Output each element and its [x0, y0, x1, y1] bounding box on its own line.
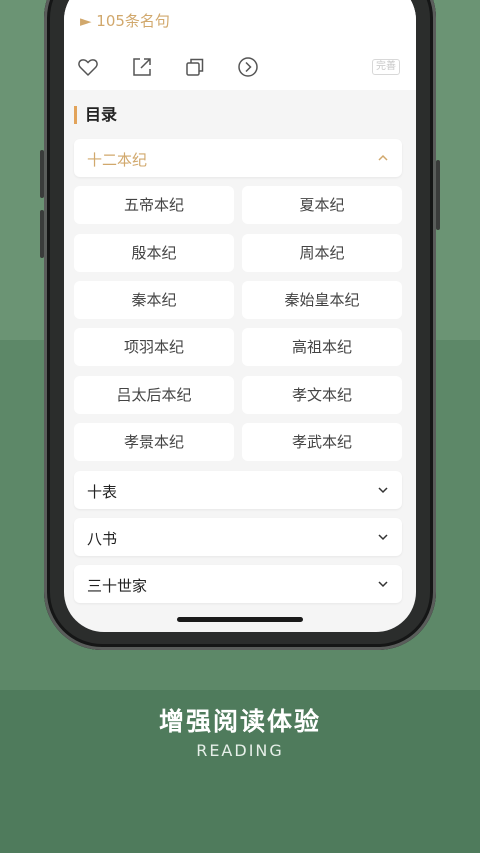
- detail-card: ► 105条名句 完善: [64, 0, 416, 90]
- phone-volume-button: [40, 150, 44, 198]
- catalog-item[interactable]: 秦本纪: [74, 281, 234, 319]
- catalog-item[interactable]: 高祖本纪: [242, 328, 402, 366]
- group-header-twelve-annals[interactable]: 十二本纪: [74, 139, 402, 177]
- chevron-down-icon: [378, 487, 388, 494]
- catalog-item[interactable]: 夏本纪: [242, 186, 402, 224]
- catalog-item[interactable]: 五帝本纪: [74, 186, 234, 224]
- share-icon[interactable]: [130, 55, 154, 79]
- chevron-down-icon: [378, 581, 388, 588]
- catalog-item[interactable]: 吕太后本纪: [74, 376, 234, 414]
- catalog-item[interactable]: 孝文本纪: [242, 376, 402, 414]
- catalog-item[interactable]: 周本纪: [242, 234, 402, 272]
- group-label: 八书: [87, 530, 118, 548]
- phone-power-button: [436, 160, 440, 230]
- catalog-title: 目录: [74, 106, 117, 124]
- chevron-up-icon: [378, 154, 388, 161]
- group-header-eight-treatises[interactable]: 八书: [74, 518, 402, 556]
- phone-screen: ► 105条名句 完善 目录 十二本纪 五帝本纪 夏本纪 殷本纪 周本纪 秦本纪…: [64, 0, 416, 632]
- promo-headline: 增强阅读体验: [158, 707, 321, 736]
- catalog-item[interactable]: 项羽本纪: [74, 328, 234, 366]
- group-label: 十二本纪: [87, 151, 148, 169]
- catalog-item[interactable]: 殷本纪: [74, 234, 234, 272]
- catalog-item[interactable]: 孝景本纪: [74, 423, 234, 461]
- quote-count-link[interactable]: ► 105条名句: [80, 10, 170, 31]
- copy-icon[interactable]: [183, 55, 207, 79]
- next-circle-icon[interactable]: [236, 55, 260, 79]
- group-label: 三十世家: [87, 577, 148, 595]
- heart-icon[interactable]: [76, 55, 100, 79]
- catalog-item[interactable]: 秦始皇本纪: [242, 281, 402, 319]
- group-label: 十表: [87, 483, 118, 501]
- group-header-thirty-houses[interactable]: 三十世家: [74, 565, 402, 603]
- chevron-down-icon: [378, 534, 388, 541]
- improve-button[interactable]: 完善: [372, 59, 400, 75]
- home-indicator[interactable]: [177, 617, 303, 622]
- catalog-item[interactable]: 孝武本纪: [242, 423, 402, 461]
- phone-volume-button: [40, 210, 44, 258]
- promo-subtitle: READING: [196, 741, 284, 760]
- group-header-ten-tables[interactable]: 十表: [74, 471, 402, 509]
